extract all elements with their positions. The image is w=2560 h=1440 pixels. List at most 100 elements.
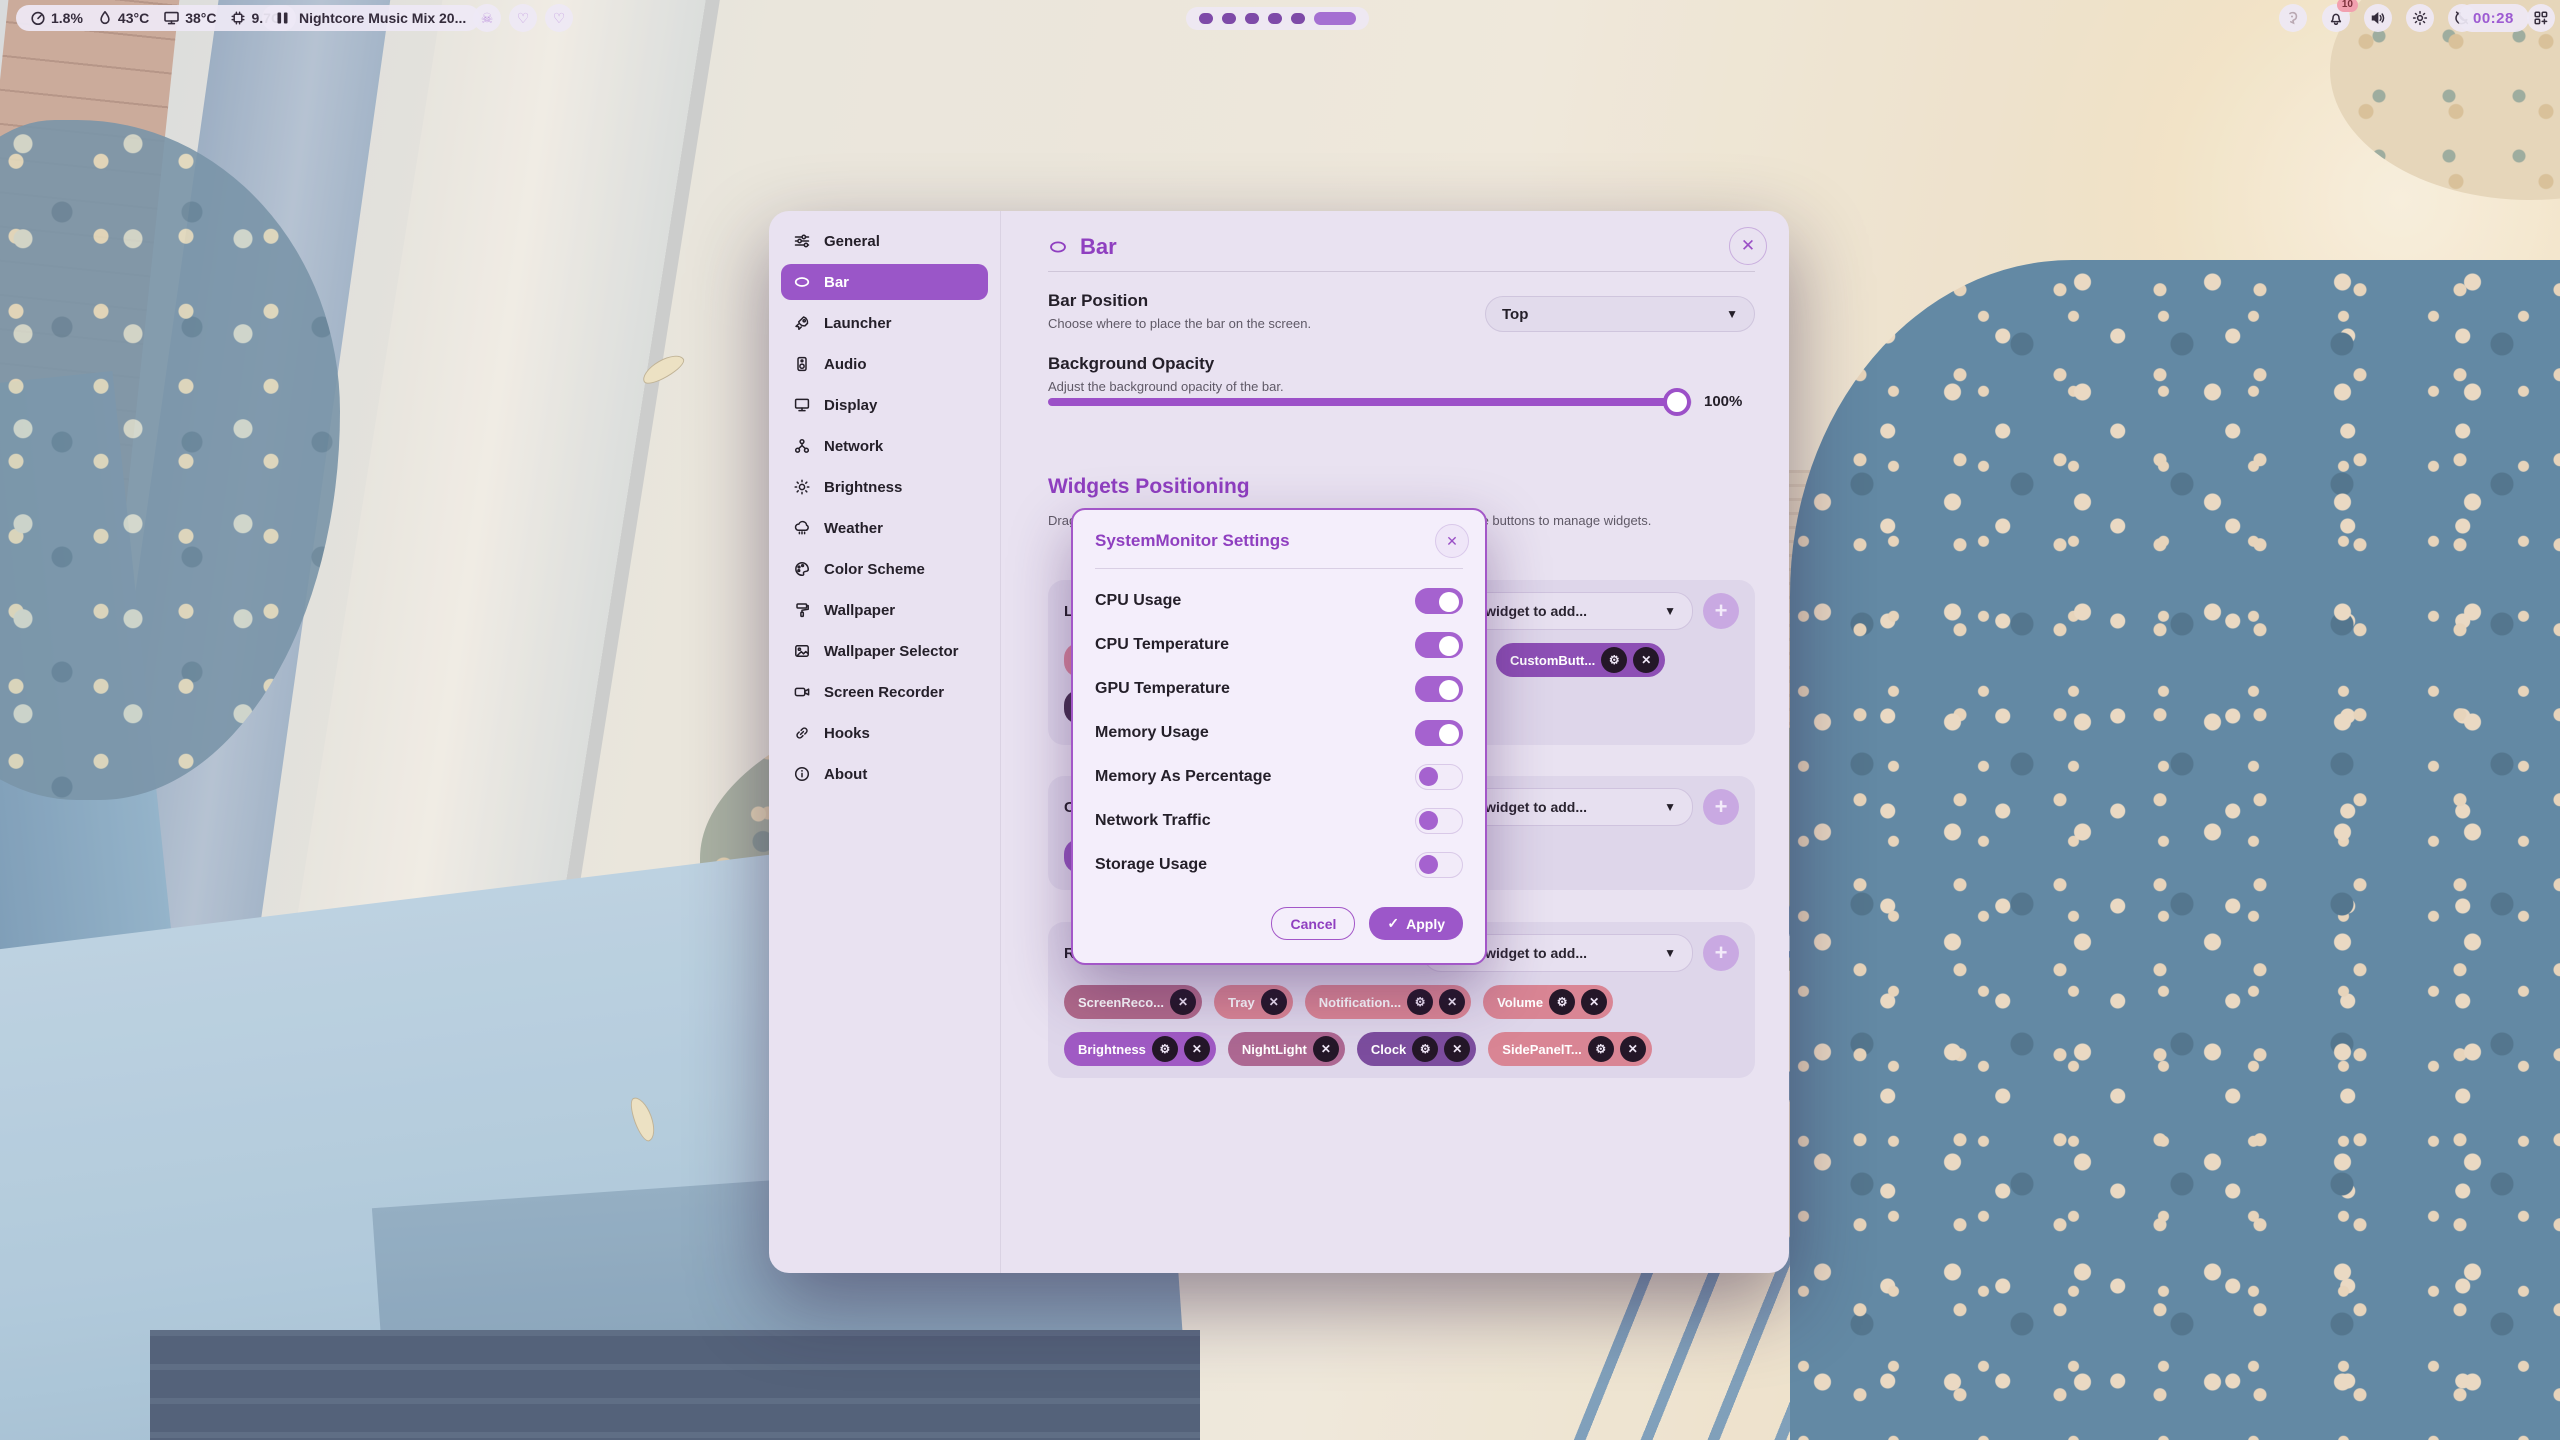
background-opacity-slider[interactable] — [1048, 398, 1692, 406]
sidebar-label: About — [824, 766, 867, 783]
grid-plus-icon — [2533, 10, 2549, 26]
heart-button[interactable]: ♡ — [509, 4, 537, 32]
right-add-widget-button[interactable]: + — [1703, 935, 1739, 971]
bar-position-dropdown[interactable]: Top ▼ — [1485, 296, 1755, 332]
sidebar-item-brightness[interactable]: Brightness — [781, 469, 988, 505]
widget-chip-brightness[interactable]: Brightness ⚙ ✕ — [1064, 1032, 1216, 1066]
sidebar-item-network[interactable]: Network — [781, 428, 988, 464]
chip-remove-button[interactable]: ✕ — [1313, 1036, 1339, 1062]
cpu-usage-toggle[interactable] — [1415, 588, 1463, 614]
sidebar-item-display[interactable]: Display — [781, 387, 988, 423]
gear-icon: ⚙ — [1160, 1042, 1171, 1056]
widget-chip-volume[interactable]: Volume ⚙ ✕ — [1483, 985, 1613, 1019]
chip-remove-button[interactable]: ✕ — [1620, 1036, 1646, 1062]
center-add-widget-button[interactable]: + — [1703, 789, 1739, 825]
toggle-row-storage-usage: Storage Usage — [1095, 843, 1463, 887]
cloud-drizzle-icon — [793, 519, 811, 537]
workspace-dot[interactable] — [1291, 13, 1305, 24]
memory-as-percentage-toggle[interactable] — [1415, 764, 1463, 790]
close-icon: ✕ — [1321, 1042, 1331, 1056]
widget-chip-clock[interactable]: Clock ⚙ ✕ — [1357, 1032, 1476, 1066]
sidebar-item-color-scheme[interactable]: Color Scheme — [781, 551, 988, 587]
sidebar-item-wallpaper[interactable]: Wallpaper — [781, 592, 988, 628]
dashboard-button[interactable] — [2527, 4, 2555, 32]
widget-chip-tray[interactable]: Tray ✕ — [1214, 985, 1293, 1019]
cancel-button[interactable]: Cancel — [1271, 907, 1355, 940]
sidebar-item-launcher[interactable]: Launcher — [781, 305, 988, 341]
clock-widget[interactable]: 00:28 — [2458, 4, 2529, 32]
chip-remove-button[interactable]: ✕ — [1261, 989, 1287, 1015]
workspace-dot[interactable] — [1222, 13, 1236, 24]
workspace-dot[interactable] — [1199, 13, 1213, 24]
sidebar-item-hooks[interactable]: Hooks — [781, 715, 988, 751]
workspace-dot[interactable] — [1268, 13, 1282, 24]
widget-chip-sidepanel[interactable]: SidePanelT... ⚙ ✕ — [1488, 1032, 1651, 1066]
chip-settings-button[interactable]: ⚙ — [1549, 989, 1575, 1015]
sidebar-item-screen-recorder[interactable]: Screen Recorder — [781, 674, 988, 710]
skull-button[interactable]: ☠ — [473, 4, 501, 32]
monitor-icon — [793, 396, 811, 414]
toggle-row-cpu-usage: CPU Usage — [1095, 579, 1463, 623]
modal-close-button[interactable]: ✕ — [1435, 524, 1469, 558]
sidebar-item-general[interactable]: General — [781, 223, 988, 259]
chip-settings-button[interactable]: ⚙ — [1407, 989, 1433, 1015]
left-add-widget-button[interactable]: + — [1703, 593, 1739, 629]
notifications-button[interactable]: 10 — [2322, 4, 2350, 32]
chip-settings-button[interactable]: ⚙ — [1412, 1036, 1438, 1062]
system-stats-pill[interactable]: 1.8% 43°C 38°C 9.7G — [16, 5, 296, 31]
bar-position-description: Choose where to place the bar on the scr… — [1048, 316, 1311, 331]
sidebar-item-audio[interactable]: Audio — [781, 346, 988, 382]
chip-remove-button[interactable]: ✕ — [1444, 1036, 1470, 1062]
sidebar-label: Hooks — [824, 725, 870, 742]
widgets-positioning-title: Widgets Positioning — [1048, 475, 1250, 499]
heart-button-2[interactable]: ♡ — [545, 4, 573, 32]
window-close-button[interactable]: ✕ — [1729, 227, 1767, 265]
sidebar-item-wallpaper-selector[interactable]: Wallpaper Selector — [781, 633, 988, 669]
chip-remove-button[interactable]: ✕ — [1170, 989, 1196, 1015]
volume-button[interactable] — [2364, 4, 2392, 32]
network-traffic-toggle[interactable] — [1415, 808, 1463, 834]
info-icon — [793, 765, 811, 783]
tray-app-button[interactable] — [2279, 4, 2307, 32]
slider-handle[interactable] — [1663, 388, 1691, 416]
chip-settings-button[interactable]: ⚙ — [1588, 1036, 1614, 1062]
sidebar-item-about[interactable]: About — [781, 756, 988, 792]
background-opacity-value: 100% — [1704, 393, 1742, 410]
check-icon: ✓ — [1387, 915, 1399, 932]
page-title: Bar — [1080, 234, 1117, 260]
workspace-dot[interactable] — [1245, 13, 1259, 24]
workspace-active[interactable] — [1314, 12, 1356, 25]
widget-chip-notification[interactable]: Notification... ⚙ ✕ — [1305, 985, 1471, 1019]
plus-icon: + — [1715, 794, 1728, 820]
media-title: Nightcore Music Mix 20... — [299, 10, 466, 26]
close-icon: ✕ — [1452, 1042, 1462, 1056]
gauge-icon — [30, 10, 46, 26]
pause-icon — [276, 11, 289, 25]
close-icon: ✕ — [1641, 653, 1651, 667]
widget-chip-custombutton[interactable]: CustomButt... ⚙ ✕ — [1496, 643, 1665, 677]
paint-roller-icon — [793, 601, 811, 619]
brightness-button[interactable] — [2406, 4, 2434, 32]
media-player-pill[interactable]: Nightcore Music Mix 20... — [262, 5, 480, 31]
chip-remove-button[interactable]: ✕ — [1439, 989, 1465, 1015]
cpu-temperature-toggle[interactable] — [1415, 632, 1463, 658]
close-icon: ✕ — [1447, 995, 1457, 1009]
chip-remove-button[interactable]: ✕ — [1581, 989, 1607, 1015]
workspaces-indicator[interactable] — [1186, 7, 1369, 30]
flame-icon — [97, 10, 113, 26]
chip-remove-button[interactable]: ✕ — [1184, 1036, 1210, 1062]
sidebar-item-weather[interactable]: Weather — [781, 510, 988, 546]
chip-settings-button[interactable]: ⚙ — [1601, 647, 1627, 673]
apply-button[interactable]: ✓ Apply — [1369, 907, 1463, 940]
gpu-temperature-toggle[interactable] — [1415, 676, 1463, 702]
toggle-knob — [1439, 680, 1459, 700]
heart-icon: ♡ — [553, 10, 566, 27]
memory-usage-toggle[interactable] — [1415, 720, 1463, 746]
chip-settings-button[interactable]: ⚙ — [1152, 1036, 1178, 1062]
widget-chip-nightlight[interactable]: NightLight ✕ — [1228, 1032, 1345, 1066]
widget-chip-screenrecorder[interactable]: ScreenReco... ✕ — [1064, 985, 1202, 1019]
plus-icon: + — [1715, 940, 1728, 966]
chip-remove-button[interactable]: ✕ — [1633, 647, 1659, 673]
storage-usage-toggle[interactable] — [1415, 852, 1463, 878]
sidebar-item-bar[interactable]: Bar — [781, 264, 988, 300]
